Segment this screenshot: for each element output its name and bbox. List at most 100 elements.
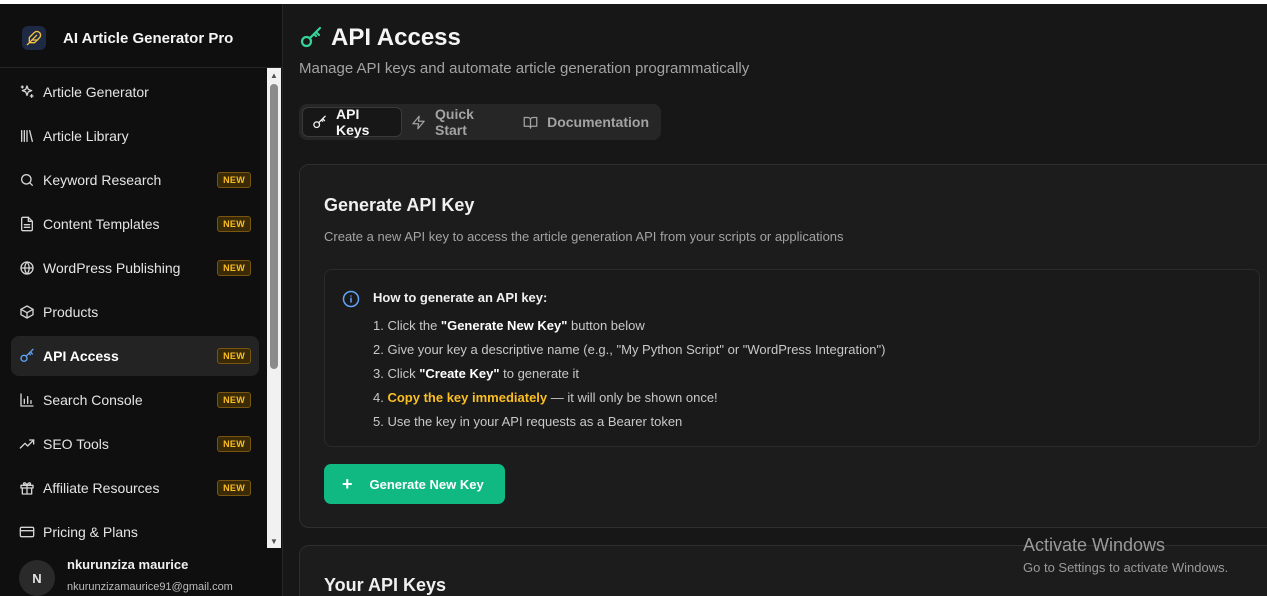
tab-documentation[interactable]: Documentation [513, 107, 658, 137]
sidebar-scrollbar[interactable]: ▲ ▼ [267, 68, 281, 548]
sidebar: AI Article Generator Pro Article Generat… [0, 4, 283, 596]
step-item: 1. Click the "Generate New Key" button b… [373, 318, 885, 342]
sidebar-item-label: WordPress Publishing [43, 260, 181, 276]
credit-card-icon [19, 524, 35, 540]
step-text: 1. Click the [373, 318, 441, 333]
bar-chart-icon [19, 392, 35, 408]
tab-bar: API Keys Quick Start Documentation [299, 104, 661, 140]
step-item: 3. Click "Create Key" to generate it [373, 366, 885, 390]
scroll-up-arrow-icon[interactable]: ▲ [267, 68, 281, 82]
new-badge: NEW [217, 436, 251, 452]
new-badge: NEW [217, 260, 251, 276]
feather-logo-icon [22, 26, 46, 50]
sidebar-item-label: Content Templates [43, 216, 160, 232]
step-text: 4. [373, 390, 388, 405]
brand-divider [0, 67, 283, 68]
user-profile[interactable]: N nkurunziza maurice nkurunzizamaurice91… [0, 548, 283, 596]
sidebar-item-products[interactable]: Products [11, 292, 259, 332]
new-badge: NEW [217, 480, 251, 496]
package-icon [19, 304, 35, 320]
step-emphasis: "Create Key" [419, 366, 500, 381]
step-item: 5. Use the key in your API requests as a… [373, 414, 885, 438]
page-subtitle: Manage API keys and automate article gen… [299, 60, 750, 77]
zap-icon [411, 114, 426, 130]
page-title: API Access [331, 24, 461, 51]
new-badge: NEW [217, 348, 251, 364]
tab-label: API Keys [336, 106, 370, 138]
sidebar-item-label: Products [43, 304, 99, 320]
steps-list: 1. Click the "Generate New Key" button b… [373, 318, 885, 438]
plus-icon: + [342, 474, 353, 494]
key-icon [312, 114, 327, 130]
watermark-title: Activate Windows [1023, 535, 1166, 555]
step-text: — it will only be shown once! [547, 390, 718, 405]
file-text-icon [19, 216, 35, 232]
sidebar-item-label: Article Generator [43, 84, 149, 100]
sparkles-icon [19, 84, 35, 100]
info-icon [342, 290, 360, 308]
new-badge: NEW [217, 172, 251, 188]
step-warning: Copy the key immediately [387, 390, 548, 405]
scrollbar-thumb[interactable] [270, 84, 278, 369]
globe-icon [19, 260, 35, 276]
search-icon [19, 172, 35, 188]
step-item: 2. Give your key a descriptive name (e.g… [373, 342, 885, 366]
sidebar-item-wordpress-publishing[interactable]: WordPress Publishing NEW [11, 248, 259, 288]
sidebar-item-content-templates[interactable]: Content Templates NEW [11, 204, 259, 244]
step-text: button below [567, 318, 645, 333]
step-emphasis: "Generate New Key" [440, 318, 568, 333]
main-content: API Access Manage API keys and automate … [284, 4, 1267, 596]
tab-label: Documentation [547, 114, 649, 130]
new-badge: NEW [217, 392, 251, 408]
brand[interactable]: AI Article Generator Pro [22, 24, 233, 52]
tab-api-keys[interactable]: API Keys [302, 106, 403, 138]
sidebar-item-label: Search Console [43, 392, 143, 408]
tab-quick-start[interactable]: Quick Start [402, 106, 513, 138]
sidebar-item-label: SEO Tools [43, 436, 109, 452]
key-icon [300, 26, 322, 48]
watermark-subtitle: Go to Settings to activate Windows. [1023, 560, 1229, 575]
step-text: 3. Click [373, 366, 420, 381]
sidebar-item-affiliate-resources[interactable]: Affiliate Resources NEW [11, 468, 259, 508]
sidebar-item-pricing-plans[interactable]: Pricing & Plans [11, 512, 259, 546]
windows-activation-watermark: Activate Windows Go to Settings to activ… [1023, 535, 1228, 575]
info-heading: How to generate an API key: [373, 290, 548, 305]
sidebar-item-article-library[interactable]: Article Library [11, 116, 259, 156]
brand-title: AI Article Generator Pro [63, 29, 234, 47]
scroll-down-arrow-icon[interactable]: ▼ [267, 534, 281, 548]
sidebar-item-label: Article Library [43, 128, 129, 144]
step-text: 2. Give your key a descriptive name (e.g… [373, 342, 886, 357]
avatar[interactable]: N [19, 560, 55, 596]
sidebar-item-article-generator[interactable]: Article Generator [11, 72, 259, 112]
sidebar-item-keyword-research[interactable]: Keyword Research NEW [11, 160, 259, 200]
card-title: Your API Keys [324, 575, 447, 595]
gift-icon [19, 480, 35, 496]
sidebar-item-label: Pricing & Plans [43, 524, 138, 540]
generate-new-key-button[interactable]: + Generate New Key [324, 464, 505, 504]
card-description: Create a new API key to access the artic… [324, 229, 844, 244]
page-header: API Access [299, 24, 461, 52]
step-text: 5. Use the key in your API requests as a… [373, 414, 683, 429]
tab-label: Quick Start [435, 106, 474, 138]
sidebar-nav: Article Generator Article Library Keywor… [11, 72, 259, 546]
key-icon [19, 348, 35, 364]
info-box: How to generate an API key: 1. Click the… [324, 269, 1260, 447]
sidebar-item-api-access[interactable]: API Access NEW [11, 336, 259, 376]
sidebar-item-search-console[interactable]: Search Console NEW [11, 380, 259, 420]
new-badge: NEW [217, 216, 251, 232]
sidebar-item-label: Affiliate Resources [43, 480, 160, 496]
generate-key-card: Generate API Key Create a new API key to… [299, 164, 1267, 528]
top-edge-strip [0, 0, 1267, 4]
step-item: 4. Copy the key immediately — it will on… [373, 390, 885, 414]
sidebar-item-label: API Access [43, 348, 119, 364]
trending-up-icon [19, 436, 35, 452]
sidebar-item-label: Keyword Research [43, 172, 162, 188]
button-label: Generate New Key [369, 476, 484, 492]
library-icon [19, 128, 35, 144]
card-title: Generate API Key [324, 195, 475, 215]
user-email: nkurunzizamaurice91@gmail.com [67, 581, 233, 593]
user-name: nkurunziza maurice [67, 557, 189, 572]
step-text: to generate it [499, 366, 579, 381]
book-open-icon [522, 114, 538, 130]
sidebar-item-seo-tools[interactable]: SEO Tools NEW [11, 424, 259, 464]
